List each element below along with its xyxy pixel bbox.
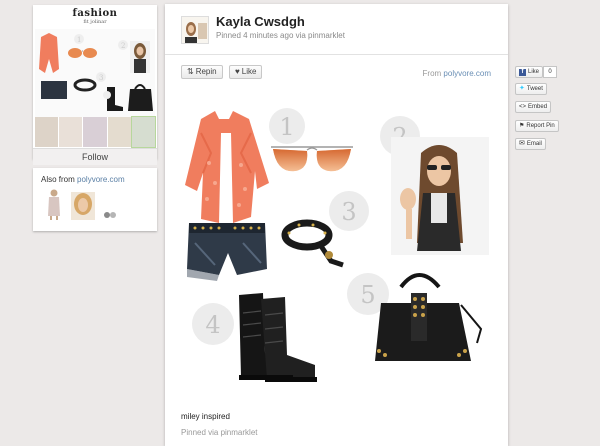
facebook-icon: f xyxy=(519,68,526,76)
email-button[interactable]: ✉ Email xyxy=(515,138,546,150)
svg-text:1: 1 xyxy=(279,113,294,141)
board-title[interactable]: fashion xyxy=(33,8,157,19)
collage-number-1: 1 xyxy=(269,108,305,144)
cardigan-item xyxy=(185,111,269,223)
flag-icon: ⚑ xyxy=(519,123,525,129)
follow-button[interactable]: Follow xyxy=(33,148,157,165)
sunglasses-item xyxy=(271,146,353,172)
email-label: Email xyxy=(526,141,542,147)
belt-item xyxy=(281,219,344,268)
repin-button[interactable]: ⇅ Repin xyxy=(181,65,223,79)
combat-boots-item xyxy=(239,293,317,382)
also-from-thumbnail[interactable] xyxy=(103,210,117,220)
board-thumbnail[interactable] xyxy=(35,117,59,147)
repin-icon: ⇅ xyxy=(187,67,194,76)
collage-number-3: 3 xyxy=(329,191,369,231)
collage-number-4: 4 xyxy=(192,303,234,345)
pin-image[interactable]: 1 2 3 4 5 xyxy=(181,93,492,398)
heart-icon: ♥ xyxy=(235,67,240,76)
like-button[interactable]: ♥ Like xyxy=(229,65,263,79)
denim-shorts-item xyxy=(187,223,267,281)
like-label: Like xyxy=(241,67,257,76)
pinner-name[interactable]: Kayla Cwsdgh xyxy=(216,14,305,29)
svg-text:2: 2 xyxy=(121,42,125,50)
twitter-icon: ✦ xyxy=(519,85,525,92)
svg-text:1: 1 xyxy=(77,36,81,44)
also-from-prefix: Also from xyxy=(41,175,75,184)
pin-meta: Pinned 4 minutes ago via pinmarklet xyxy=(216,31,345,40)
like-count: 0 xyxy=(543,66,557,78)
tweet-button[interactable]: ✦ Tweet xyxy=(515,83,547,95)
svg-text:5: 5 xyxy=(360,281,375,309)
facebook-like-button[interactable]: f Like xyxy=(515,66,544,78)
board-card[interactable]: fashion fit jolinar 1 2 3 Follow xyxy=(33,5,157,165)
also-from-source-link[interactable]: polyvore.com xyxy=(77,175,125,184)
outfit-collage: 1 2 3 4 5 xyxy=(185,108,489,382)
from-prefix: From xyxy=(422,69,442,78)
report-pin-label: Report Pin xyxy=(526,123,555,129)
board-cover-image[interactable]: 1 2 3 xyxy=(35,29,155,117)
board-thumbnail[interactable] xyxy=(83,117,107,147)
source-domain-link[interactable]: polyvore.com xyxy=(443,69,491,78)
board-thumbnail[interactable] xyxy=(59,117,83,147)
also-from-card: Also from polyvore.com xyxy=(33,168,157,231)
pinner-avatar[interactable] xyxy=(181,16,209,44)
embed-label: Embed xyxy=(528,104,548,110)
board-thumbnail[interactable] xyxy=(130,116,157,148)
also-from-thumbnail[interactable] xyxy=(45,188,63,220)
tweet-label: Tweet xyxy=(526,86,543,92)
svg-text:4: 4 xyxy=(205,311,220,339)
pinned-via: Pinned via pinmarklet xyxy=(181,428,258,437)
celebrity-photo-item xyxy=(391,137,489,255)
svg-text:3: 3 xyxy=(99,74,103,82)
pin-source: From polyvore.com xyxy=(423,69,491,78)
board-thumbnails xyxy=(35,116,157,148)
envelope-icon: ✉ xyxy=(519,140,525,147)
also-from-thumbnail[interactable] xyxy=(71,192,95,220)
pin-header: Kayla Cwsdgh Pinned 4 minutes ago via pi… xyxy=(165,4,508,55)
code-icon: <> xyxy=(519,104,527,110)
report-pin-button[interactable]: ⚑ Report Pin xyxy=(515,120,559,132)
handbag-item xyxy=(375,273,483,361)
board-subtitle: fit jolinar xyxy=(83,19,107,25)
pin-card: Kayla Cwsdgh Pinned 4 minutes ago via pi… xyxy=(165,4,508,446)
embed-button[interactable]: <> Embed xyxy=(515,101,552,113)
facebook-like-label: Like xyxy=(528,69,540,75)
board-thumbnail[interactable] xyxy=(107,117,131,147)
also-from-thumbnails xyxy=(45,188,117,220)
svg-text:3: 3 xyxy=(341,198,356,226)
also-from-title: Also from polyvore.com xyxy=(41,175,125,184)
pin-caption: miley inspired xyxy=(181,412,230,421)
repin-label: Repin xyxy=(195,67,217,76)
